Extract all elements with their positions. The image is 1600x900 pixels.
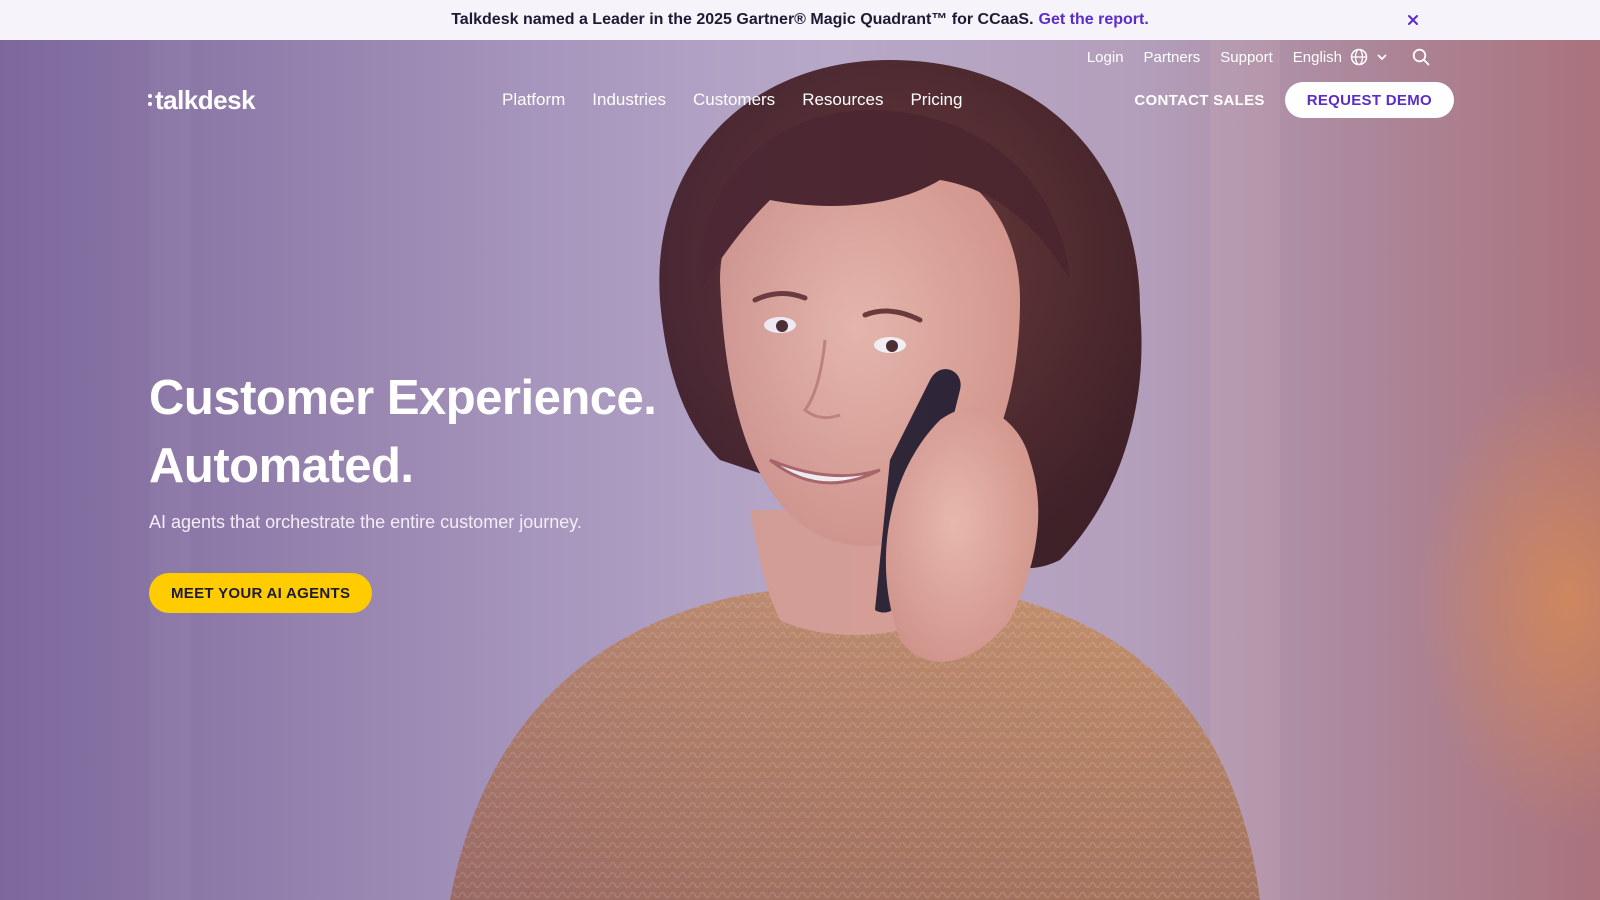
main-nav: talkdesk Platform Industries Customers R…	[148, 82, 1454, 118]
partners-link[interactable]: Partners	[1144, 49, 1201, 66]
language-selector[interactable]: English	[1293, 48, 1388, 66]
login-link[interactable]: Login	[1087, 49, 1124, 66]
nav-item-customers[interactable]: Customers	[693, 90, 775, 110]
nav-actions: CONTACT SALES REQUEST DEMO	[1134, 82, 1454, 118]
hero-headline: Customer Experience. Automated.	[149, 364, 657, 500]
meet-ai-agents-button[interactable]: MEET YOUR AI AGENTS	[149, 573, 373, 613]
utility-nav: Login Partners Support English	[1087, 48, 1430, 66]
contact-sales-link[interactable]: CONTACT SALES	[1134, 92, 1264, 109]
nav-item-resources[interactable]: Resources	[802, 90, 883, 110]
request-demo-button[interactable]: REQUEST DEMO	[1284, 82, 1454, 118]
logo-dots-icon	[148, 94, 152, 106]
hero-subheadline: AI agents that orchestrate the entire cu…	[149, 512, 582, 532]
headline-line-1: Customer Experience.	[149, 371, 657, 425]
search-icon[interactable]	[1412, 48, 1430, 66]
logo-text: talkdesk	[155, 84, 256, 115]
nav-item-industries[interactable]: Industries	[592, 90, 666, 110]
announcement-bar: Talkdesk named a Leader in the 2025 Gart…	[0, 0, 1600, 40]
talkdesk-logo[interactable]: talkdesk	[148, 84, 256, 116]
nav-item-pricing[interactable]: Pricing	[910, 90, 962, 110]
language-label: English	[1292, 48, 1342, 66]
hero-copy: Customer Experience. Automated. AI agent…	[149, 364, 657, 613]
headline-line-2: Automated.	[149, 439, 414, 493]
get-report-link[interactable]: Get the report.	[1039, 11, 1149, 29]
nav-item-platform[interactable]: Platform	[502, 90, 565, 110]
close-icon[interactable]	[1404, 11, 1422, 29]
globe-icon	[1350, 48, 1368, 66]
announcement-text: Talkdesk named a Leader in the 2025 Gart…	[451, 11, 1034, 28]
chevron-down-icon	[1377, 54, 1387, 61]
primary-nav-links: Platform Industries Customers Resources …	[502, 90, 962, 110]
support-link[interactable]: Support	[1220, 49, 1273, 66]
